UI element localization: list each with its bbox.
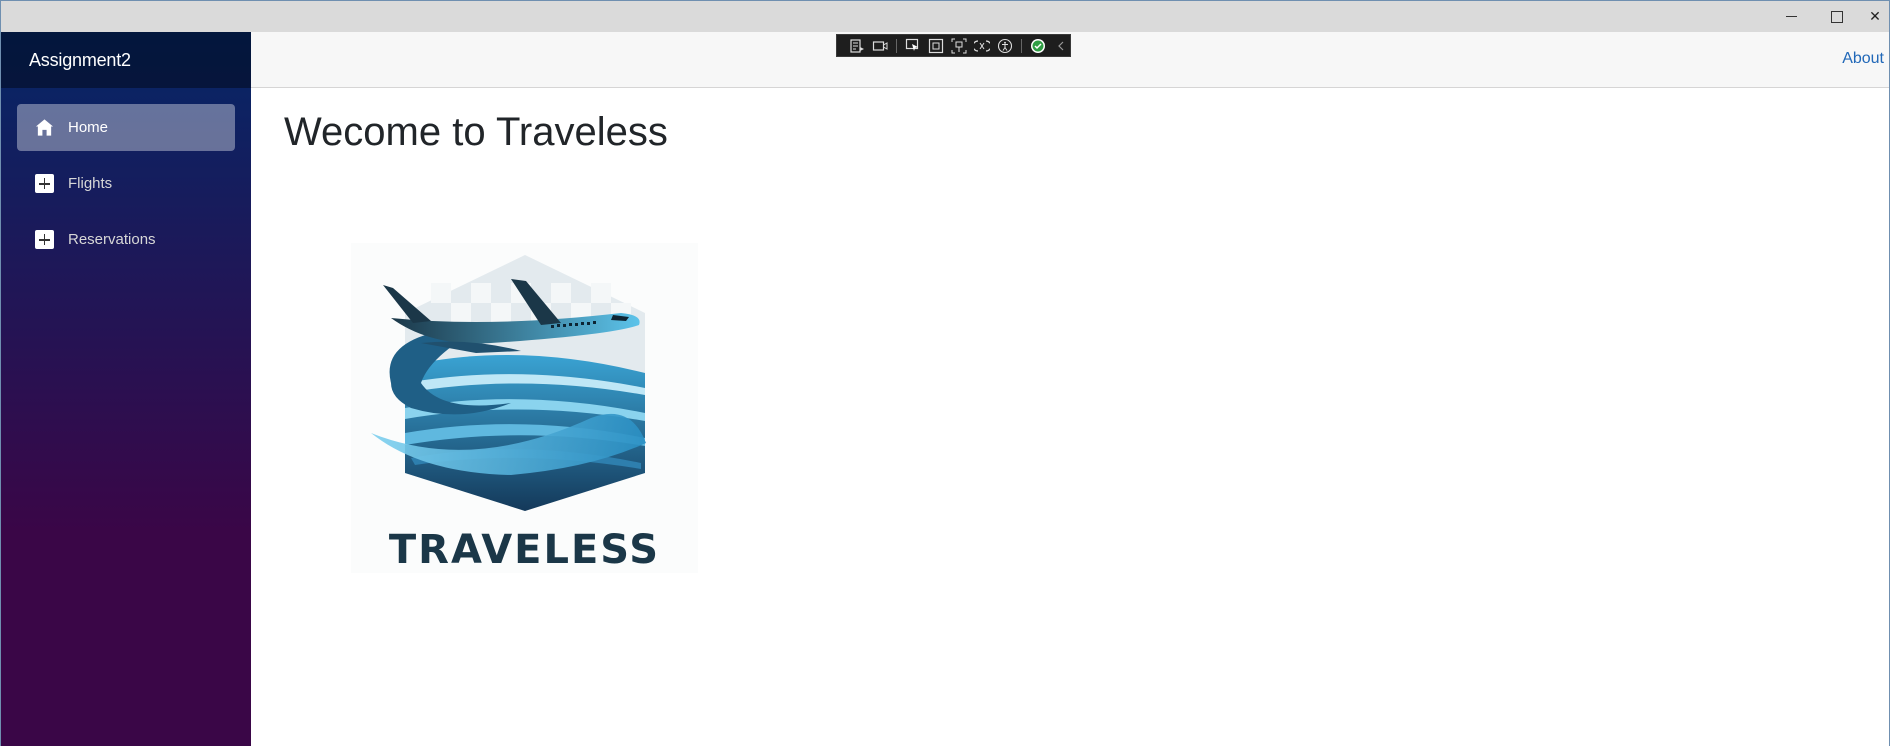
divider xyxy=(1021,38,1022,53)
sidebar-item-label: Flights xyxy=(68,175,113,192)
track-focus-icon[interactable] xyxy=(950,37,968,55)
minimize-button[interactable] xyxy=(1768,1,1814,32)
about-link[interactable]: About xyxy=(1842,50,1884,68)
camera-icon[interactable] xyxy=(871,37,889,55)
live-visual-tree-icon[interactable] xyxy=(848,37,866,55)
xaml-debug-toolbar xyxy=(836,34,1071,57)
logo-wordmark: TRAVELESS xyxy=(388,527,661,573)
collapse-chevron-icon[interactable] xyxy=(1052,37,1070,55)
plus-square-icon xyxy=(34,174,54,194)
accessibility-icon[interactable] xyxy=(996,37,1014,55)
sidebar-item-home[interactable]: Home xyxy=(17,104,235,151)
select-element-icon[interactable] xyxy=(904,37,922,55)
divider xyxy=(896,38,897,53)
plus-square-icon xyxy=(34,230,54,250)
display-layout-adorners-icon[interactable] xyxy=(927,37,945,55)
maximize-button[interactable] xyxy=(1814,1,1860,32)
page-title: Wecome to Traveless xyxy=(284,110,668,154)
traveless-logo: TRAVELESS xyxy=(351,243,698,573)
nav-menu: Home Flights Reservations xyxy=(1,88,251,263)
binding-failures-icon[interactable] xyxy=(973,37,991,55)
close-button[interactable]: ✕ xyxy=(1859,1,1890,32)
app-window: ✕ Assignment2 Home Flights Reservations … xyxy=(0,0,1890,746)
sidebar-item-label: Home xyxy=(68,119,109,136)
app-brand[interactable]: Assignment2 xyxy=(29,50,131,71)
window-titlebar: ✕ xyxy=(1,1,1889,32)
home-icon xyxy=(34,118,54,138)
sidebar: Assignment2 Home Flights Reservations xyxy=(1,32,251,746)
sidebar-item-reservations[interactable]: Reservations xyxy=(17,216,235,263)
sidebar-item-flights[interactable]: Flights xyxy=(17,160,235,207)
brand-bar: Assignment2 xyxy=(1,32,251,88)
check-ok-icon[interactable] xyxy=(1029,37,1047,55)
main-content: Wecome to Traveless TRAVELESS xyxy=(251,88,1889,746)
sidebar-item-label: Reservations xyxy=(68,231,156,248)
